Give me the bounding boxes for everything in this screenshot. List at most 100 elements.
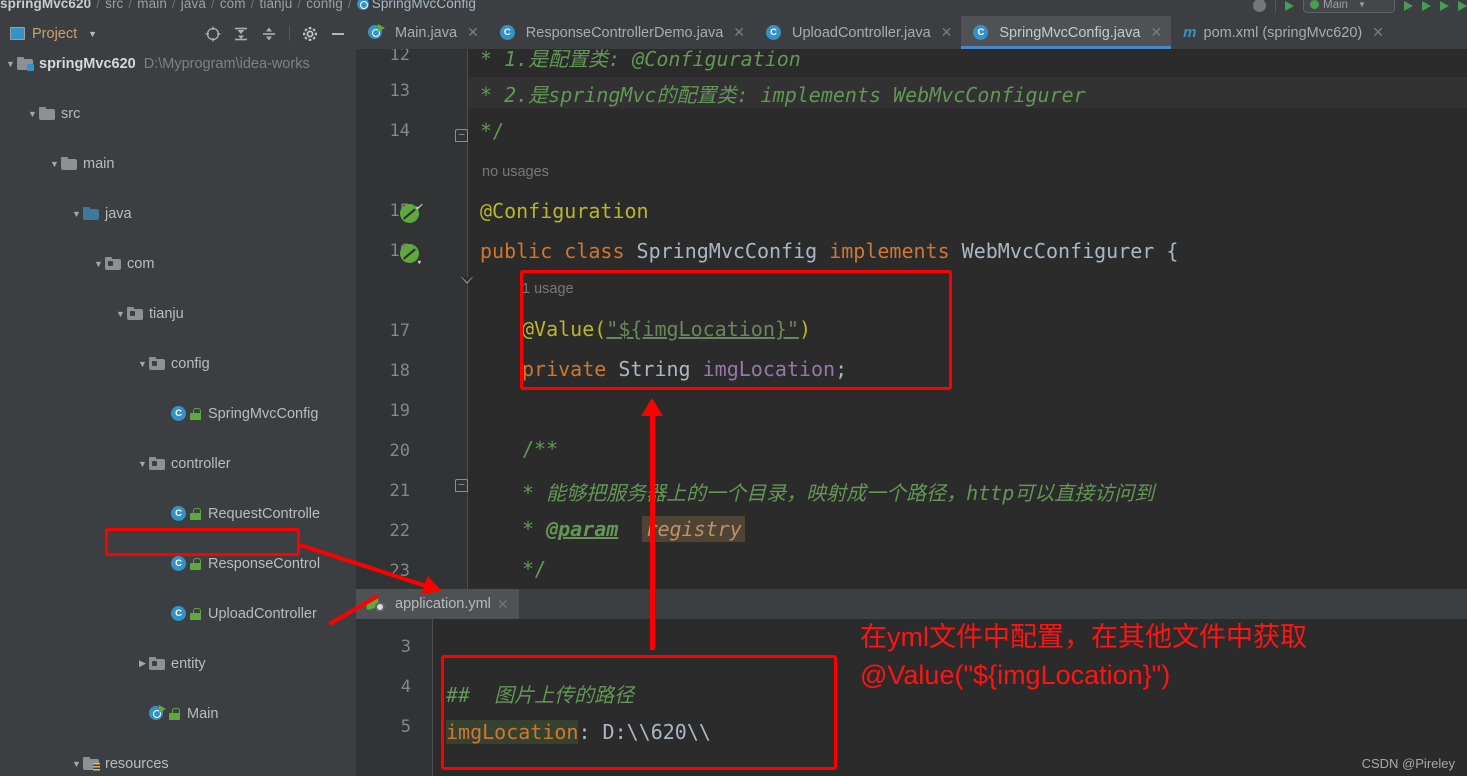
breadcrumb-class[interactable]: SpringMvcConfig — [372, 0, 476, 11]
coverage-icon[interactable] — [1440, 0, 1449, 11]
tree-node-src[interactable]: ▼ src — [0, 101, 356, 126]
yml-key: imgLocation — [446, 720, 579, 744]
tree-node-springmvcconfig[interactable]: SpringMvcConfig — [0, 401, 356, 426]
chevron-down-icon[interactable]: ▼ — [92, 259, 105, 269]
gutter-divider — [432, 619, 433, 776]
project-window-icon — [10, 27, 25, 40]
breadcrumb-config[interactable]: config — [306, 0, 343, 11]
tree-node-com[interactable]: ▼ com — [0, 251, 356, 276]
tree-node-label: entity — [171, 655, 206, 672]
tree-node-label: Main — [187, 705, 219, 722]
spring-bean-gutter-icon[interactable]: ▾ — [400, 244, 422, 268]
tree-node-springmvc620[interactable]: ▼ springMvc620 D:\Myprogram\idea-works — [0, 51, 356, 76]
lock-icon — [190, 557, 201, 570]
tab-label: pom.xml (springMvc620) — [1203, 24, 1363, 41]
chevron-down-icon[interactable]: ▼ — [136, 359, 149, 369]
code-line-14: */ — [480, 119, 505, 143]
run-icon[interactable] — [1285, 0, 1294, 11]
code-line-23: */ — [522, 557, 547, 581]
chevron-down-icon[interactable]: ▼ — [48, 159, 61, 169]
chevron-down-icon[interactable]: ▼ — [26, 109, 39, 119]
package-icon — [105, 257, 121, 270]
run-config-label: Main — [1323, 0, 1348, 11]
tree-node-main[interactable]: ▼ main — [0, 151, 356, 176]
project-panel-title[interactable]: Project — [32, 26, 77, 42]
project-tree[interactable]: ▼ springMvc620 D:\Myprogram\idea-works ▼… — [0, 51, 356, 776]
chevron-down-icon[interactable]: ▼ — [70, 209, 83, 219]
debug-icon[interactable] — [1404, 0, 1413, 11]
main-class-icon — [368, 23, 385, 41]
lock-icon — [190, 407, 201, 420]
lock-icon — [190, 607, 201, 620]
close-icon[interactable]: ✕ — [733, 24, 745, 41]
tab-label: SpringMvcConfig.java — [999, 24, 1141, 41]
close-icon[interactable]: ✕ — [497, 596, 509, 613]
tree-node-responsecontroller[interactable]: ResponseControl — [0, 551, 356, 576]
scroll-from-source-icon[interactable] — [205, 26, 221, 42]
breadcrumb-com[interactable]: com — [220, 0, 246, 11]
maven-file-icon: m — [1183, 24, 1197, 41]
collapse-all-icon[interactable] — [261, 26, 277, 42]
spring-boot-icon — [1310, 0, 1319, 9]
lock-icon — [190, 507, 201, 520]
lock-icon — [169, 707, 180, 720]
line-number: 4 — [400, 677, 411, 697]
stop-icon[interactable] — [1458, 0, 1467, 11]
tab-uploadcontroller-java[interactable]: UploadController.java ✕ — [754, 16, 962, 49]
gear-icon[interactable] — [302, 26, 318, 42]
close-icon[interactable]: ✕ — [941, 24, 953, 41]
tree-node-label: RequestControlle — [208, 505, 321, 522]
run-configuration-selector[interactable]: Main ▼ — [1303, 0, 1395, 13]
usages-hint-field[interactable]: 1 usage — [522, 281, 574, 297]
close-icon[interactable]: ✕ — [467, 24, 479, 41]
tree-node-requestcontroller[interactable]: RequestControlle — [0, 501, 356, 526]
tree-node-main-class[interactable]: Main — [0, 701, 356, 726]
breadcrumb-project[interactable]: springMvc620 — [0, 0, 91, 11]
tree-node-java[interactable]: ▼ java — [0, 201, 356, 226]
tree-node-config[interactable]: ▼ config — [0, 351, 356, 376]
close-icon[interactable]: ✕ — [1372, 24, 1384, 41]
chevron-down-icon[interactable]: ▼ — [136, 459, 149, 469]
minimize-icon[interactable] — [330, 26, 346, 42]
chevron-down-icon[interactable]: ▼ — [4, 59, 17, 69]
account-icon[interactable] — [1253, 0, 1266, 12]
code-fold-icon[interactable]: − — [455, 479, 468, 492]
chevron-right-icon[interactable]: ▶ — [136, 658, 149, 669]
breadcrumb-main[interactable]: main — [137, 0, 167, 11]
expand-all-icon[interactable] — [233, 26, 249, 42]
usages-hint-class[interactable]: no usages — [482, 164, 549, 180]
spring-bean-gutter-icon[interactable]: ✔ — [400, 201, 422, 223]
watermark: CSDN @Pireley — [1361, 756, 1455, 771]
code-fold-region-end-icon — [461, 277, 473, 284]
code-fold-icon[interactable]: − — [455, 129, 468, 142]
tree-node-uploadcontroller[interactable]: UploadController — [0, 601, 356, 626]
divider — [1275, 0, 1276, 13]
close-icon[interactable]: ✕ — [1150, 24, 1162, 41]
tree-node-tianju[interactable]: ▼ tianju — [0, 301, 356, 326]
profile-icon[interactable] — [1422, 0, 1431, 11]
folder-icon — [39, 107, 55, 120]
tab-pom-xml[interactable]: m pom.xml (springMvc620) ✕ — [1171, 16, 1393, 49]
tab-label: application.yml — [395, 596, 491, 612]
chevron-down-icon[interactable]: ▼ — [70, 759, 83, 769]
yml-comment-line: ## 图片上传的路径 — [446, 683, 635, 707]
breadcrumb-java[interactable]: java — [181, 0, 206, 11]
tab-responsecontrollerdemo-java[interactable]: ResponseControllerDemo.java ✕ — [487, 16, 754, 49]
tree-node-controller[interactable]: ▼ controller — [0, 451, 356, 476]
tab-main-java[interactable]: Main.java ✕ — [356, 16, 488, 49]
breadcrumb-tianju[interactable]: tianju — [260, 0, 293, 11]
tree-node-path: D:\Myprogram\idea-works — [143, 55, 310, 72]
breadcrumb-separator: / — [210, 0, 215, 11]
breadcrumb-src[interactable]: src — [105, 0, 123, 11]
tree-node-resources[interactable]: ▼ resources — [0, 751, 356, 776]
lower-editor-gutter[interactable]: 3 4 5 — [356, 619, 433, 776]
tab-springmvcconfig-java[interactable]: SpringMvcConfig.java ✕ — [961, 16, 1172, 49]
line-number: 18 — [389, 361, 410, 381]
code-editor-springmvcconfig[interactable]: 12 13 14 15 16 17 18 19 20 21 22 23 ✔ ▾ … — [356, 49, 1467, 589]
chevron-down-icon[interactable]: ▼ — [114, 309, 127, 319]
breadcrumb[interactable]: springMvc620 / src / main / java / com / tianju / co… — [0, 0, 476, 11]
chevron-down-icon[interactable]: ▼ — [88, 29, 97, 39]
tree-node-entity[interactable]: ▶ entity — [0, 651, 356, 676]
annotation-note-line1: 在yml文件中配置，在其他文件中获取 — [860, 622, 1307, 652]
code-line-21: * 能够把服务器上的一个目录，映射成一个路径，http可以直接访问到 — [522, 481, 1155, 505]
